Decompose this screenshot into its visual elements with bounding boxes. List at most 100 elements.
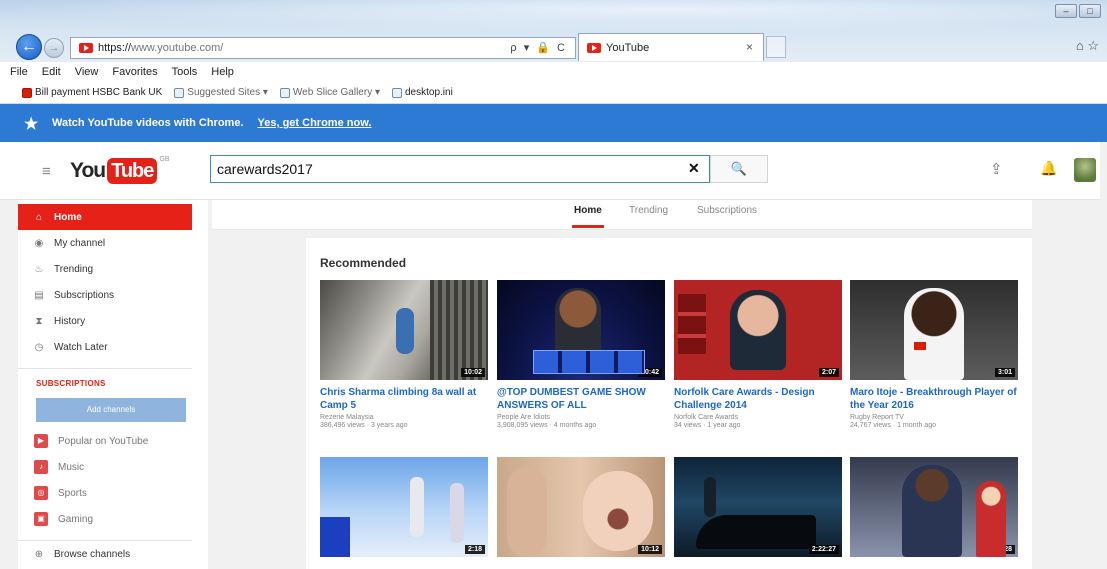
flame-icon: ♨ — [34, 263, 44, 275]
tab-subscriptions[interactable]: Subscriptions — [697, 205, 757, 216]
video-title[interactable]: @TOP DUMBEST GAME SHOW ANSWERS OF ALL — [497, 386, 665, 412]
close-icon[interactable]: × — [746, 40, 753, 54]
favorite-hsbc[interactable]: Bill payment HSBC Bank UK — [22, 87, 162, 98]
duration-badge: 2:22:27 — [808, 545, 839, 554]
browse-channels-link[interactable]: ⊕ Browse channels — [18, 541, 208, 567]
duration-badge: 2:18 — [464, 545, 485, 554]
address-tools[interactable]: ρ ▾ 🔒 C — [510, 41, 567, 54]
guide-item-my-channel[interactable]: ◉ My channel — [18, 230, 208, 256]
menu-favorites[interactable]: Favorites — [112, 66, 157, 78]
video-card[interactable]: 6:28 — [850, 457, 1018, 557]
video-card[interactable]: 2:07 Norfolk Care Awards - Design Challe… — [674, 280, 842, 429]
video-title[interactable]: Norfolk Care Awards - Design Challenge 2… — [674, 386, 842, 412]
menu-file[interactable]: File — [10, 66, 28, 78]
home-icon: ⌂ — [35, 211, 43, 223]
ie-page-icon — [279, 87, 290, 98]
subscription-sports[interactable]: ◎ Sports — [18, 480, 208, 506]
video-thumbnail[interactable]: 2:22:27 — [674, 457, 842, 557]
forward-arrow-icon[interactable]: → — [44, 38, 64, 58]
video-meta: 3,908,095 views · 4 months ago — [497, 422, 597, 429]
search-icon: 🔍 — [730, 161, 748, 176]
video-thumbnail[interactable]: 2:07 — [674, 280, 842, 380]
video-thumbnail[interactable]: 10:42 — [497, 280, 665, 380]
video-title[interactable]: Chris Sharma climbing 8a wall at Camp 5 — [320, 386, 488, 412]
favorite-label: Suggested Sites ▾ — [187, 87, 268, 98]
video-card[interactable]: 10:12 — [497, 457, 665, 557]
channel-name[interactable]: People Are Idiots — [497, 414, 665, 421]
tab-home[interactable]: Home — [572, 205, 604, 228]
guide-item-label: Trending — [54, 263, 94, 275]
user-icon: ◉ — [34, 237, 44, 249]
guide-item-label: History — [54, 315, 86, 327]
favorite-suggested-sites[interactable]: Suggested Sites ▾ — [174, 87, 268, 98]
subscription-popular[interactable]: ▶ Popular on YouTube — [18, 428, 208, 454]
video-card[interactable]: 10:02 Chris Sharma climbing 8a wall at C… — [320, 280, 488, 429]
favorite-label: Web Slice Gallery ▾ — [292, 87, 380, 98]
search-input[interactable]: carewards2017 — [210, 155, 710, 183]
video-meta: 386,496 views · 3 years ago — [320, 422, 408, 429]
menu-tools[interactable]: Tools — [172, 66, 198, 78]
subscription-label: Sports — [58, 487, 87, 499]
new-tab-button[interactable] — [766, 36, 786, 58]
menu-help[interactable]: Help — [211, 66, 234, 78]
video-thumbnail[interactable]: 10:02 — [320, 280, 488, 380]
channel-name[interactable]: Rugby Report TV — [850, 414, 1018, 421]
hourglass-icon: ⧗ — [35, 315, 43, 327]
duration-badge: 10:02 — [461, 368, 485, 377]
subscriptions-heading: SUBSCRIPTIONS — [36, 379, 106, 388]
subscription-gaming[interactable]: ▣ Gaming — [18, 506, 208, 532]
feed-tabs: Home Trending Subscriptions — [212, 200, 1032, 230]
guide-item-label: My channel — [54, 237, 106, 249]
tab-trending[interactable]: Trending — [629, 205, 668, 216]
video-thumbnail[interactable]: 2:18 — [320, 457, 488, 557]
video-card[interactable]: 2:18 — [320, 457, 488, 557]
ball-icon: ◎ — [34, 486, 48, 500]
favorite-web-slice-gallery[interactable]: Web Slice Gallery ▾ — [279, 87, 380, 98]
minimize-button[interactable]: – — [1055, 4, 1077, 18]
logo-you: You — [70, 159, 106, 182]
menu-edit[interactable]: Edit — [42, 66, 61, 78]
bell-icon[interactable]: 🔔 — [1040, 160, 1057, 177]
video-card[interactable]: 10:42 @TOP DUMBEST GAME SHOW ANSWERS OF … — [497, 280, 665, 429]
address-scheme: https:// — [98, 42, 132, 54]
menu-icon[interactable]: ≡ — [42, 163, 51, 180]
favorite-desktop-ini[interactable]: desktop.ini — [392, 87, 453, 98]
back-arrow-icon[interactable]: ← — [16, 34, 42, 60]
avatar[interactable] — [1074, 158, 1096, 182]
get-chrome-link[interactable]: Yes, get Chrome now. — [258, 117, 372, 129]
channel-name[interactable]: Norfolk Care Awards — [674, 414, 842, 421]
search-button[interactable]: 🔍 — [710, 155, 768, 183]
youtube-favicon-icon — [79, 43, 93, 53]
hsbc-logo-icon — [22, 87, 32, 98]
plus-circle-icon: ⊕ — [34, 548, 44, 560]
video-thumbnail[interactable]: 10:12 — [497, 457, 665, 557]
page-scrollbar[interactable] — [1100, 142, 1107, 569]
duration-badge: 10:42 — [638, 368, 662, 377]
video-card[interactable]: 2:22:27 — [674, 457, 842, 557]
address-bar[interactable]: https:// www.youtube.com/ ρ ▾ 🔒 C — [70, 37, 576, 59]
duration-badge: 2:07 — [818, 368, 839, 377]
guide-item-history[interactable]: ⧗ History — [18, 308, 208, 334]
favorite-label: desktop.ini — [405, 87, 453, 98]
guide-item-trending[interactable]: ♨ Trending — [18, 256, 208, 282]
video-card[interactable]: 3:01 Maro Itoje - Breakthrough Player of… — [850, 280, 1018, 429]
upload-icon[interactable]: ⇪ — [990, 160, 1003, 178]
add-channels-button[interactable]: Add channels — [36, 398, 186, 422]
guide-item-home[interactable]: ⌂ Home — [18, 204, 192, 230]
subscription-music[interactable]: ♪ Music — [18, 454, 208, 480]
guide-item-label: Subscriptions — [54, 289, 115, 301]
guide-item-watch-later[interactable]: ◷ Watch Later — [18, 334, 208, 360]
video-title[interactable]: Maro Itoje - Breakthrough Player of the … — [850, 386, 1018, 412]
youtube-logo[interactable]: You Tube GB — [70, 156, 170, 186]
video-thumbnail[interactable]: 3:01 — [850, 280, 1018, 380]
maximize-button[interactable]: □ — [1079, 4, 1101, 18]
video-thumbnail[interactable]: 6:28 — [850, 457, 1018, 557]
channel-name[interactable]: Rezerie Malaysia — [320, 414, 488, 421]
browser-tab-youtube[interactable]: YouTube × — [578, 33, 764, 61]
guide-item-subscriptions[interactable]: ▤ Subscriptions — [18, 282, 208, 308]
clear-search-icon[interactable]: ✕ — [688, 160, 700, 177]
menu-view[interactable]: View — [75, 66, 99, 78]
home-icon[interactable]: ⌂ ☆ — [1076, 38, 1099, 54]
chrome-promo-banner: ★ Watch YouTube videos with Chrome. Yes,… — [0, 104, 1107, 142]
duration-badge: 6:28 — [994, 545, 1015, 554]
